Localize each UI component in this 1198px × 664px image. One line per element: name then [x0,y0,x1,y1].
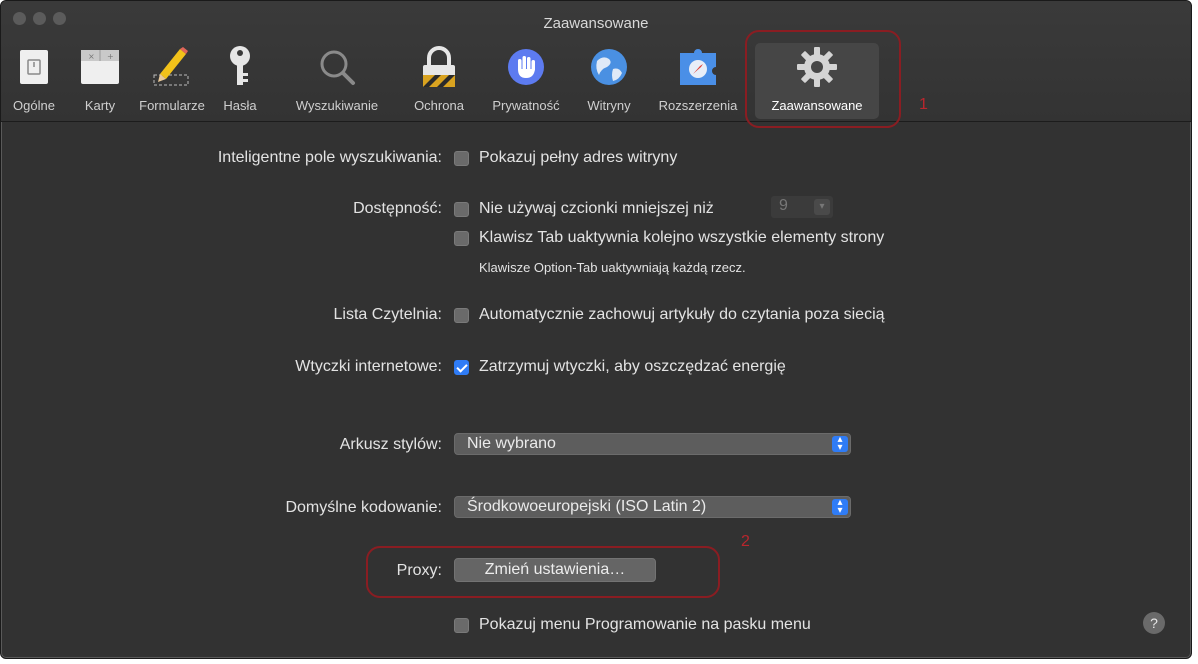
smart-search-option[interactable]: Pokazuj pełny adres witryny [479,149,677,167]
tab-navigation-checkbox[interactable] [454,231,469,246]
tab-hasla[interactable]: Hasła [217,43,263,119]
tab-formularze[interactable]: Formularze [136,43,208,119]
window-title: Zaawansowane [543,15,649,32]
tab-label: Prywatność [492,98,560,113]
smart-search-checkbox[interactable] [454,151,469,166]
encoding-value: Środkowoeuropejski (ISO Latin 2) [467,498,707,515]
pencil-icon [150,45,194,94]
updown-chevron-icon: ▴ ▾ [832,435,848,453]
proxy-label: Proxy: [396,562,442,579]
key-icon [225,45,255,94]
min-font-size-value: 9 [779,197,788,214]
tab-zaawansowane[interactable]: Zaawansowane [755,43,879,119]
encoding-select[interactable]: Środkowoeuropejski (ISO Latin 2) ▴ ▾ [454,496,851,518]
gear-icon [795,45,839,94]
tab-ochrona[interactable]: Ochrona [405,43,473,119]
min-font-checkbox[interactable] [454,202,469,217]
change-proxy-settings-button[interactable]: Zmień ustawienia… [454,558,656,582]
min-font-size-select[interactable]: 9 ▾ [771,196,833,218]
tab-witryny[interactable]: Witryny [577,43,641,119]
magnifier-icon [317,47,357,92]
tab-label: Zaawansowane [771,98,863,113]
plugins-option[interactable]: Zatrzymuj wtyczki, aby oszczędzać energi… [479,358,786,376]
puzzle-icon [676,47,720,92]
tabs-icon: × + [80,49,120,90]
stylesheet-label: Arkusz stylów: [339,436,442,453]
develop-menu-option[interactable]: Pokazuj menu Programowanie na pasku menu [479,616,811,634]
svg-text:+: + [107,52,114,61]
plugins-checkbox[interactable] [454,360,469,375]
toolbar: Zaawansowane Ogólne ×+ Karty Formularze [1,1,1191,122]
svg-text:×: × [88,52,95,61]
smart-search-label: Inteligentne pole wyszukiwania: [217,149,442,166]
reading-list-label: Lista Czytelnia: [333,306,443,323]
chevron-down-icon: ▾ [814,199,830,215]
stylesheet-select[interactable]: Nie wybrano ▴ ▾ [454,433,851,455]
reading-list-checkbox[interactable] [454,308,469,323]
switch-icon [19,49,49,90]
tab-label: Karty [84,98,116,113]
tab-rozszerzenia[interactable]: Rozszerzenia [647,43,749,119]
annotation-number-1: 1 [919,96,928,113]
tab-label: Ochrona [414,98,464,113]
min-font-option[interactable]: Nie używaj czcionki mniejszej niż [479,200,714,218]
tab-prywatnosc[interactable]: Prywatność [481,43,571,119]
reading-list-option[interactable]: Automatycznie zachowuj artykuły do czyta… [479,306,885,324]
tab-label: Witryny [587,98,631,113]
tab-label: Rozszerzenia [658,98,738,113]
encoding-label: Domyślne kodowanie: [285,499,442,516]
tab-label: Hasła [223,98,257,113]
preferences-window: Zaawansowane Ogólne ×+ Karty Formularze [0,0,1192,659]
tab-navigation-option[interactable]: Klawisz Tab uaktywnia kolejno wszystkie … [479,229,884,247]
accessibility-label: Dostępność: [353,200,442,217]
globe-icon [589,47,629,92]
updown-chevron-icon: ▴ ▾ [832,498,848,516]
tab-karty[interactable]: × + Karty [75,43,125,119]
tab-navigation-note: Klawisze Option-Tab uaktywniają każdą rz… [479,260,746,275]
tab-wyszukiwanie[interactable]: Wyszukiwanie [287,43,387,119]
tab-ogolne[interactable]: Ogólne [9,43,59,119]
tab-label: Ogólne [13,98,55,113]
tab-label: Formularze [139,98,205,113]
help-button[interactable]: ? [1143,612,1165,634]
hand-icon [506,47,546,92]
annotation-number-2: 2 [741,533,750,550]
develop-menu-checkbox[interactable] [454,618,469,633]
plugins-label: Wtyczki internetowe: [295,358,442,375]
lock-icon [420,45,458,94]
tab-label: Wyszukiwanie [295,98,379,113]
stylesheet-value: Nie wybrano [467,435,556,452]
